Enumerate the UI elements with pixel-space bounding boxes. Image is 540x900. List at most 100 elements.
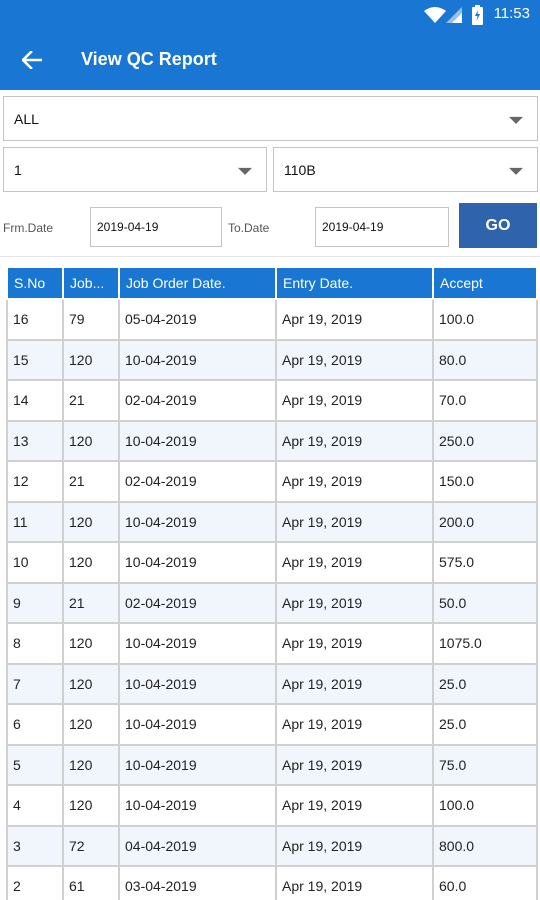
go-button[interactable]: GO [459, 203, 537, 248]
type-select-value: ALL [14, 110, 39, 127]
cell-sno: 7 [6, 662, 64, 705]
number-select[interactable]: 1 [3, 147, 267, 192]
cell-job-order-date: 10-04-2019 [118, 419, 277, 462]
cell-entry-date: Apr 19, 2019 [275, 662, 434, 705]
cell-sno: 13 [6, 419, 64, 462]
table-row[interactable]: 4 120 10-04-2019 Apr 19, 2019 100.0 [6, 784, 538, 827]
cell-sno: 11 [6, 500, 64, 543]
cell-accept: 250.0 [432, 419, 538, 462]
cell-job-order-date: 05-04-2019 [118, 298, 277, 341]
cell-accept: 75.0 [432, 743, 538, 786]
cell-accept: 60.0 [432, 865, 538, 900]
dropdown-caret-icon [509, 116, 523, 124]
cell-entry-date: Apr 19, 2019 [275, 622, 434, 665]
table-row[interactable]: 9 21 02-04-2019 Apr 19, 2019 50.0 [6, 581, 538, 624]
page-title: View QC Report [81, 49, 217, 69]
cell-sno: 10 [6, 541, 64, 584]
number-select-value: 1 [14, 161, 22, 178]
cell-entry-date: Apr 19, 2019 [275, 703, 434, 746]
column-header-job: Job... [62, 266, 120, 300]
table-row[interactable]: 12 21 02-04-2019 Apr 19, 2019 150.0 [6, 460, 538, 503]
cell-entry-date: Apr 19, 2019 [275, 824, 434, 867]
cell-job: 72 [62, 824, 120, 867]
cell-sno: 16 [6, 298, 64, 341]
from-date-label: Frm.Date [3, 221, 54, 235]
table-row[interactable]: 8 120 10-04-2019 Apr 19, 2019 1075.0 [6, 622, 538, 665]
to-date-input[interactable]: 2019-04-19 [315, 207, 449, 247]
wifi-icon [424, 7, 446, 23]
table-row[interactable]: 2 61 03-04-2019 Apr 19, 2019 60.0 [6, 865, 538, 900]
column-header-entry-date: Entry Date. [275, 266, 434, 300]
code-select[interactable]: 110B [273, 147, 538, 192]
cell-sno: 12 [6, 460, 64, 503]
cell-accept: 50.0 [432, 581, 538, 624]
cell-accept: 150.0 [432, 460, 538, 503]
cell-entry-date: Apr 19, 2019 [275, 460, 434, 503]
cell-accept: 80.0 [432, 338, 538, 381]
table-row[interactable]: 13 120 10-04-2019 Apr 19, 2019 250.0 [6, 419, 538, 462]
cell-job-order-date: 10-04-2019 [118, 500, 277, 543]
cell-job: 120 [62, 500, 120, 543]
code-select-value: 110B [284, 161, 316, 178]
status-time: 11:53 [493, 5, 530, 22]
from-date-input[interactable]: 2019-04-19 [90, 207, 222, 247]
divider [0, 256, 540, 257]
dropdown-caret-icon [509, 167, 523, 175]
signal-icon [446, 7, 462, 23]
cell-entry-date: Apr 19, 2019 [275, 338, 434, 381]
table-row[interactable]: 6 120 10-04-2019 Apr 19, 2019 25.0 [6, 703, 538, 746]
cell-job-order-date: 03-04-2019 [118, 865, 277, 900]
cell-job: 79 [62, 298, 120, 341]
type-select[interactable]: ALL [3, 96, 538, 141]
cell-job-order-date: 02-04-2019 [118, 460, 277, 503]
cell-job: 61 [62, 865, 120, 900]
table-row[interactable]: 14 21 02-04-2019 Apr 19, 2019 70.0 [6, 379, 538, 422]
cell-job: 120 [62, 338, 120, 381]
cell-job: 21 [62, 460, 120, 503]
cell-accept: 575.0 [432, 541, 538, 584]
cell-entry-date: Apr 19, 2019 [275, 541, 434, 584]
cell-sno: 5 [6, 743, 64, 786]
cell-job: 120 [62, 662, 120, 705]
cell-job: 21 [62, 581, 120, 624]
table-row[interactable]: 10 120 10-04-2019 Apr 19, 2019 575.0 [6, 541, 538, 584]
cell-sno: 8 [6, 622, 64, 665]
cell-sno: 4 [6, 784, 64, 827]
table-row[interactable]: 16 79 05-04-2019 Apr 19, 2019 100.0 [6, 298, 538, 341]
cell-job-order-date: 02-04-2019 [118, 581, 277, 624]
battery-icon [472, 5, 483, 25]
cell-accept: 1075.0 [432, 622, 538, 665]
cell-job: 120 [62, 622, 120, 665]
cell-sno: 15 [6, 338, 64, 381]
column-header-sno: S.No [6, 266, 64, 300]
to-date-label: To.Date [228, 221, 270, 235]
cell-job-order-date: 10-04-2019 [118, 743, 277, 786]
cell-entry-date: Apr 19, 2019 [275, 298, 434, 341]
cell-sno: 14 [6, 379, 64, 422]
cell-entry-date: Apr 19, 2019 [275, 419, 434, 462]
cell-job: 120 [62, 743, 120, 786]
table-row[interactable]: 7 120 10-04-2019 Apr 19, 2019 25.0 [6, 662, 538, 705]
cell-accept: 100.0 [432, 784, 538, 827]
cell-job-order-date: 10-04-2019 [118, 541, 277, 584]
cell-entry-date: Apr 19, 2019 [275, 500, 434, 543]
table-row[interactable]: 3 72 04-04-2019 Apr 19, 2019 800.0 [6, 824, 538, 867]
cell-job-order-date: 02-04-2019 [118, 379, 277, 422]
cell-entry-date: Apr 19, 2019 [275, 865, 434, 900]
cell-entry-date: Apr 19, 2019 [275, 743, 434, 786]
cell-accept: 800.0 [432, 824, 538, 867]
cell-job: 21 [62, 379, 120, 422]
cell-job-order-date: 10-04-2019 [118, 784, 277, 827]
back-button[interactable] [16, 44, 48, 76]
cell-accept: 25.0 [432, 703, 538, 746]
table-row[interactable]: 5 120 10-04-2019 Apr 19, 2019 75.0 [6, 743, 538, 786]
column-header-job-order-date: Job Order Date. [118, 266, 277, 300]
cell-job-order-date: 10-04-2019 [118, 703, 277, 746]
arrow-left-icon [22, 51, 42, 69]
cell-entry-date: Apr 19, 2019 [275, 379, 434, 422]
table-row[interactable]: 11 120 10-04-2019 Apr 19, 2019 200.0 [6, 500, 538, 543]
cell-job-order-date: 10-04-2019 [118, 338, 277, 381]
table-row[interactable]: 15 120 10-04-2019 Apr 19, 2019 80.0 [6, 338, 538, 381]
dropdown-caret-icon [238, 167, 252, 175]
cell-accept: 25.0 [432, 662, 538, 705]
